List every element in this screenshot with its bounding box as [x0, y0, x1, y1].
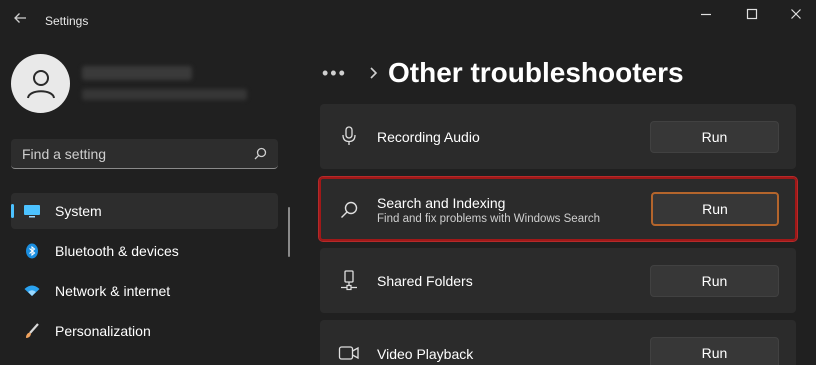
profile-email-redacted	[82, 89, 247, 100]
selection-indicator	[11, 204, 14, 218]
troubleshooter-shared-folders: Shared Folders Run	[320, 248, 796, 313]
troubleshooter-video-playback: Video Playback Run	[320, 320, 796, 365]
sidebar-item-bluetooth[interactable]: Bluetooth & devices	[11, 233, 278, 269]
close-button[interactable]	[778, 4, 814, 24]
sidebar-item-label: Bluetooth & devices	[55, 243, 179, 259]
maximize-icon	[746, 8, 758, 20]
video-camera-icon	[338, 346, 359, 360]
avatar[interactable]	[11, 54, 70, 113]
network-drive-icon	[341, 270, 357, 291]
close-icon	[791, 9, 801, 19]
troubleshooter-search-indexing: Search and Indexing Find and fix problem…	[318, 176, 798, 242]
sidebar-item-label: Network & internet	[55, 283, 171, 299]
item-subtitle: Find and fix problems with Windows Searc…	[377, 213, 601, 225]
brush-icon	[26, 323, 39, 338]
item-title: Recording Audio	[377, 129, 480, 145]
run-button[interactable]: Run	[651, 192, 779, 226]
breadcrumb-more-button[interactable]: •••	[322, 63, 358, 84]
maximize-button[interactable]	[734, 4, 770, 24]
run-button[interactable]: Run	[650, 337, 779, 365]
back-button[interactable]	[10, 10, 30, 30]
monitor-icon	[24, 205, 40, 218]
search-input[interactable]	[22, 139, 242, 168]
sidebar-item-system[interactable]: System	[11, 193, 278, 229]
item-title: Shared Folders	[377, 273, 473, 289]
breadcrumb: ••• Other troubleshooters	[322, 56, 684, 90]
profile-name-redacted	[82, 66, 192, 80]
bluetooth-icon	[26, 243, 38, 259]
sidebar-item-personalization[interactable]: Personalization	[11, 313, 278, 349]
page-title: Other troubleshooters	[388, 57, 684, 88]
search-icon	[341, 201, 358, 218]
microphone-icon	[342, 126, 356, 145]
user-icon	[26, 69, 55, 98]
sidebar-item-network[interactable]: Network & internet	[11, 273, 278, 309]
arrow-left-icon	[14, 13, 26, 23]
chevron-right-icon	[358, 66, 388, 80]
run-button[interactable]: Run	[650, 265, 779, 297]
sidebar-scrollbar[interactable]	[288, 207, 290, 257]
minimize-icon	[701, 13, 711, 16]
app-title: Settings	[45, 14, 89, 28]
troubleshooter-recording-audio: Recording Audio Run	[320, 104, 796, 169]
minimize-button[interactable]	[688, 4, 724, 24]
search-icon[interactable]	[252, 146, 268, 162]
sidebar-item-label: System	[55, 203, 102, 219]
title-bar: Settings	[0, 0, 816, 42]
wifi-icon	[24, 285, 40, 296]
search-box	[11, 139, 278, 169]
sidebar-item-label: Personalization	[55, 323, 151, 339]
item-title: Video Playback	[377, 346, 474, 362]
item-title: Search and Indexing	[377, 195, 506, 211]
run-button[interactable]: Run	[650, 121, 779, 153]
